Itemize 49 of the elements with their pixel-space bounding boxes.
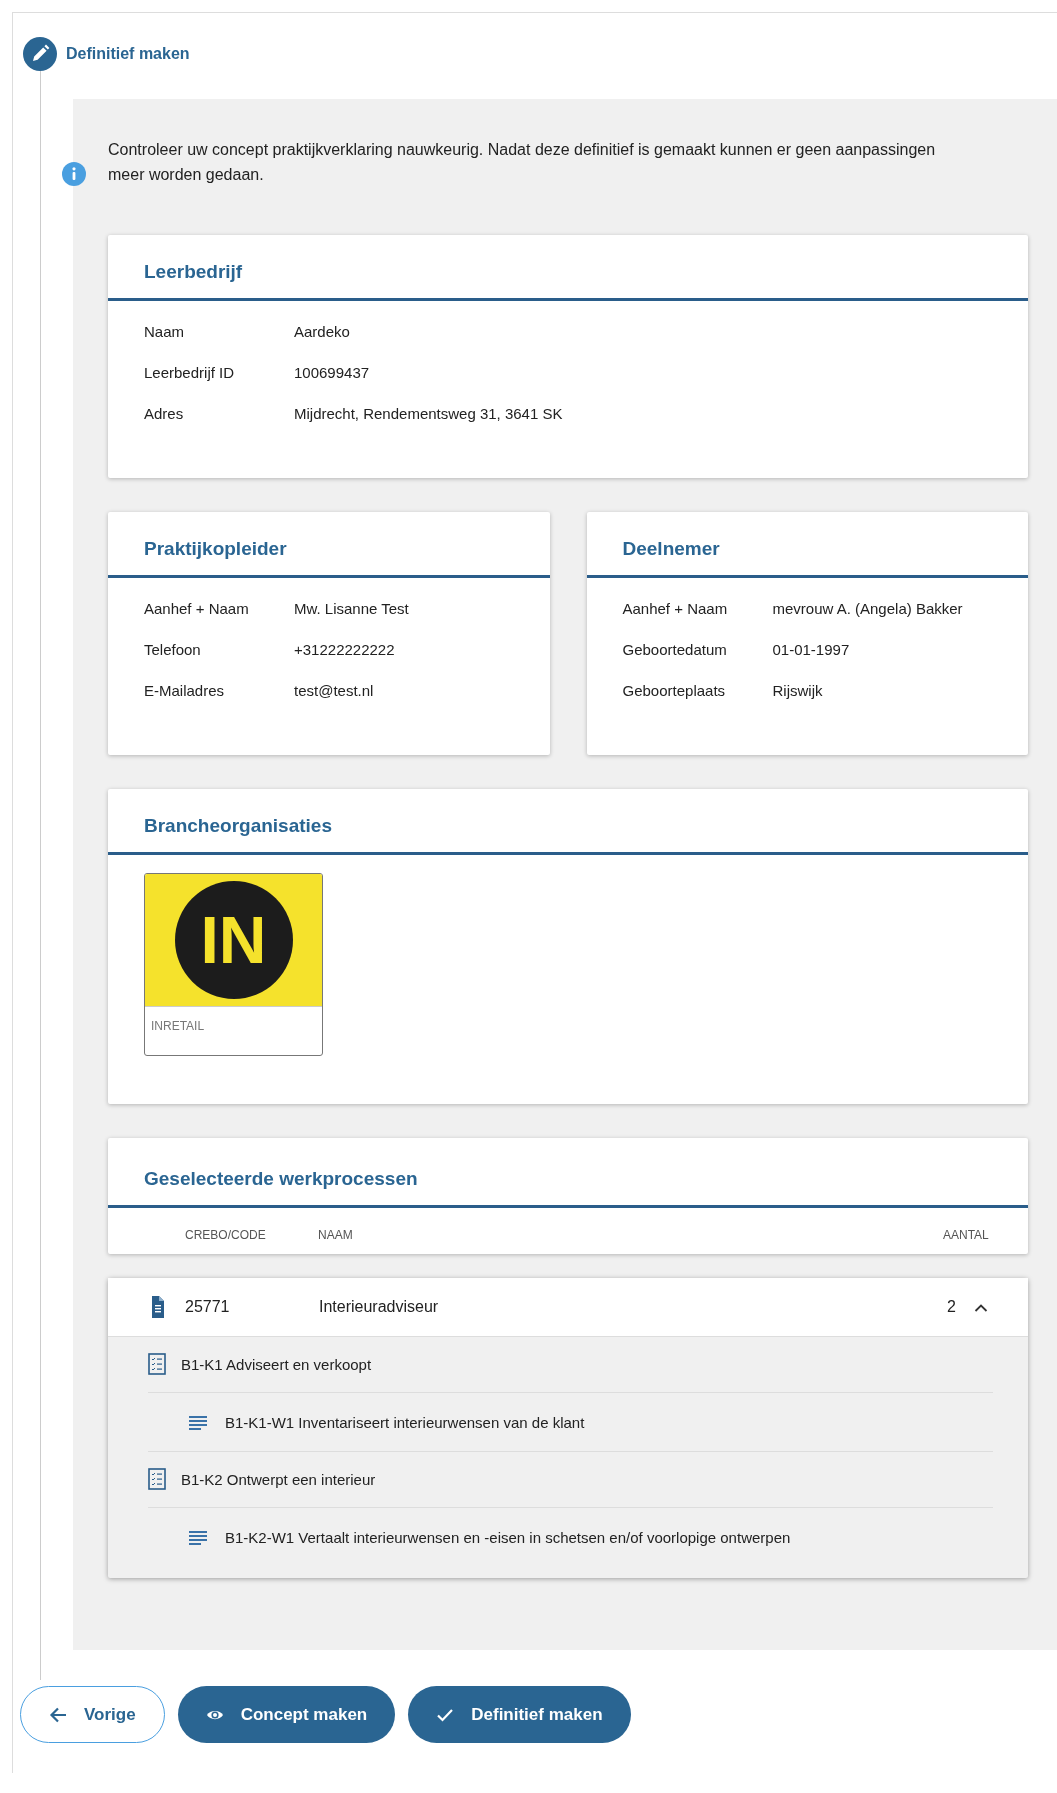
- field-label: Geboortedatum: [622, 641, 728, 658]
- field-label: Leerbedrijf ID: [144, 364, 236, 381]
- field-value: mevrouw A. (Angela) Bakker: [772, 600, 964, 617]
- column-header: NAAM: [318, 1228, 354, 1242]
- field-value: 100699437: [294, 364, 371, 381]
- checklist-icon: [148, 1353, 166, 1375]
- task-label: B1-K2 Ontwerpt een interieur: [181, 1470, 376, 1488]
- field-value: 01-01-1997: [772, 641, 851, 658]
- field-label: Telefoon: [144, 641, 202, 658]
- checklist-icon: [148, 1468, 166, 1490]
- field-label: E-Mailadres: [144, 682, 226, 699]
- column-header: AANTAL: [943, 1228, 990, 1242]
- field-label: Adres: [144, 405, 185, 422]
- card-title: Leerbedrijf: [143, 260, 244, 284]
- card-title: Deelnemer: [621, 537, 721, 561]
- text-lines-icon: [189, 1415, 207, 1430]
- card-title: Praktijkopleider: [143, 537, 288, 561]
- field-label: Geboorteplaats: [622, 682, 727, 699]
- subtask-label: B1-K2-W1 Vertaalt interieurwensen en -eisen in schetsen en/of voorlopige ontwerpen: [225, 1529, 791, 1546]
- action-button[interactable]: Concept maken: [177, 1686, 396, 1743]
- process-name: Interieuradviseur: [319, 1298, 440, 1316]
- info-icon: [62, 162, 86, 186]
- action-button[interactable]: Definitief maken: [408, 1686, 631, 1743]
- logo-text: IN: [174, 881, 293, 999]
- field-label: Aanhef + Naam: [622, 600, 729, 617]
- organisation-name: INRETAIL: [145, 1006, 322, 1055]
- pencil-icon: [23, 37, 57, 71]
- column-header: CREBO/CODE: [185, 1228, 267, 1242]
- card-title: Geselecteerde werkprocessen: [143, 1167, 419, 1191]
- field-value: Mw. Lisanne Test: [294, 600, 410, 617]
- step-title: Definitief maken: [66, 45, 190, 63]
- subtask-label: B1-K1-W1 Inventariseert interieurwensen van de klant: [225, 1414, 585, 1431]
- process-count: 2: [947, 1298, 956, 1316]
- field-value: +31222222222: [294, 641, 396, 658]
- field-value: Mijdrecht, Rendementsweg 31, 3641 SK: [294, 405, 564, 422]
- field-value: Rijswijk: [772, 682, 824, 699]
- process-row[interactable]: 25771 Interieuradviseur 2: [108, 1278, 1028, 1337]
- field-label: Naam: [144, 323, 185, 340]
- field-value: test@test.nl: [294, 682, 375, 699]
- task-label: B1-K1 Adviseert en verkoopt: [181, 1355, 372, 1373]
- card-title: Brancheorganisaties: [143, 814, 333, 838]
- back-button[interactable]: Vorige: [20, 1686, 165, 1743]
- process-code: 25771: [185, 1298, 231, 1316]
- organisation-tile[interactable]: IN INRETAIL: [144, 873, 323, 1056]
- field-value: Aardeko: [294, 323, 351, 340]
- info-message: Controleer uw concept praktijkverklaring nauwkeurig. Nadat deze definitief is gemaakt kunnen er geen aanpassingen meer worden gedaan.: [108, 140, 937, 185]
- arrow-left-icon: [49, 1705, 67, 1724]
- field-label: Aanhef + Naam: [144, 600, 250, 617]
- text-lines-icon: [189, 1530, 207, 1545]
